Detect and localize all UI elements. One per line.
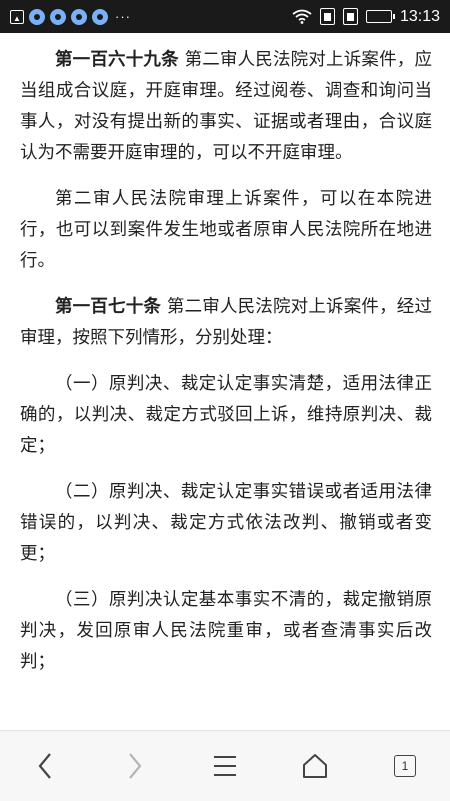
menu-button[interactable] (203, 744, 247, 788)
article-paragraph: （二）原判决、裁定认定事实错误或者适用法律错误的，以判决、裁定方式依法改判、撤销… (20, 477, 432, 570)
tab-count: 1 (394, 755, 416, 777)
chevron-left-icon (38, 753, 51, 779)
article-paragraph: 第一百七十条 第二审人民法院对上诉案件，经过审理，按照下列情形，分别处理： (20, 292, 432, 354)
app-icon: ▲ (10, 9, 24, 24)
chat-icon (29, 8, 45, 25)
more-notifications-indicator: ··· (115, 9, 131, 24)
sim-icon (342, 8, 358, 25)
article-paragraph: 第二审人民法院审理上诉案件，可以在本院进行，也可以到案件发生地或者原审人民法院所… (20, 184, 432, 277)
article-heading: 第一百六十九条 (55, 50, 179, 70)
chevron-right-icon (129, 753, 142, 779)
article-heading: 第一百七十条 (55, 297, 162, 317)
paragraph-text: （一）原判决、裁定认定事实清楚，适用法律正确的，以判决、裁定方式驳回上诉，维持原… (20, 374, 432, 456)
chat-icon (71, 8, 87, 25)
paragraph-text: （三）原判决认定基本事实不清的，裁定撤销原判决，发回原审人民法院重审，或者查清事… (20, 590, 432, 672)
article-paragraph: （一）原判决、裁定认定事实清楚，适用法律正确的，以判决、裁定方式驳回上诉，维持原… (20, 369, 432, 462)
paragraph-text: （二）原判决、裁定认定事实错误或者适用法律错误的，以判决、裁定方式依法改判、撤销… (20, 482, 432, 564)
article-paragraph: 第一百六十九条 第二审人民法院对上诉案件，应当组成合议庭，开庭审理。经过阅卷、调… (20, 45, 432, 169)
article-paragraph: （三）原判决认定基本事实不清的，裁定撤销原判决，发回原审人民法院重审，或者查清事… (20, 585, 432, 678)
battery-icon (365, 10, 395, 23)
home-icon (303, 754, 327, 778)
browser-bottom-nav: 1 (0, 730, 450, 801)
status-time: 13:13 (399, 7, 440, 25)
chat-icon (92, 8, 108, 25)
back-button[interactable] (23, 744, 67, 788)
sim-icon (319, 8, 335, 25)
paragraph-text: 第二审人民法院审理上诉案件，可以在本院进行，也可以到案件发生地或者原审人民法院所… (20, 189, 432, 271)
menu-icon (214, 756, 236, 776)
article-content[interactable]: 第一百六十九条 第二审人民法院对上诉案件，应当组成合议庭，开庭审理。经过阅卷、调… (0, 33, 450, 730)
notification-icons: ▲ ··· (0, 8, 131, 25)
home-button[interactable] (293, 744, 337, 788)
status-bar: ▲ ··· 13:13 (0, 0, 450, 33)
forward-button[interactable] (113, 744, 157, 788)
chat-icon (50, 8, 66, 25)
wifi-icon (292, 9, 312, 24)
tabs-button[interactable]: 1 (383, 744, 427, 788)
